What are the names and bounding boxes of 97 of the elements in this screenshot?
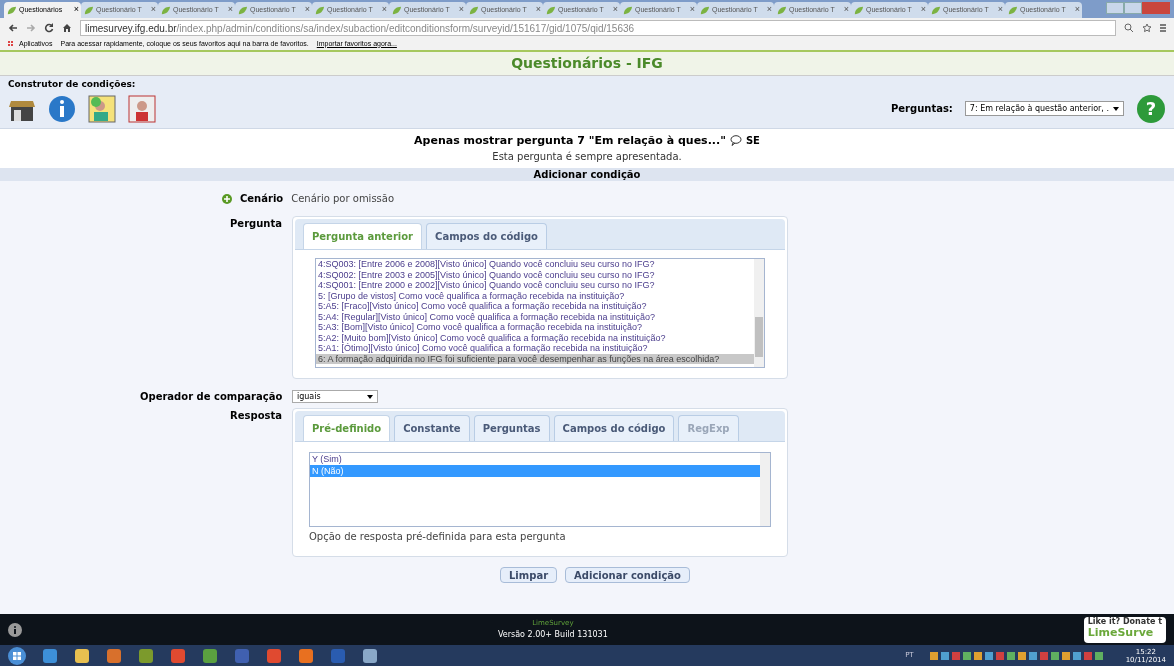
taskbar-app-icon[interactable] [42,647,58,664]
tab-close[interactable]: × [766,3,772,17]
tab-close[interactable]: × [843,3,849,17]
scrollbar[interactable] [760,453,770,526]
scrollbar[interactable] [754,259,764,367]
info-icon[interactable] [48,94,76,123]
add-icon[interactable] [222,193,232,204]
start-icon[interactable] [8,646,26,665]
star-icon[interactable] [1142,23,1152,33]
answer-label: Resposta [229,409,282,423]
tab-close[interactable]: × [535,3,541,17]
leaf-icon [776,4,787,16]
tab-close[interactable]: × [150,3,156,17]
back-icon[interactable] [8,23,18,33]
list-option[interactable]: Y (Sim) [310,453,760,465]
tab-close[interactable]: × [689,3,695,17]
leaf-icon [237,4,248,16]
tab-close[interactable]: × [381,3,387,17]
tab[interactable]: Pré-definido [303,415,391,441]
taskbar-app-icon[interactable] [106,647,122,664]
taskbar-app-icon[interactable] [74,647,90,664]
leaf-icon [930,4,941,16]
forward-icon[interactable] [26,23,36,33]
list-option[interactable]: 5:A5: [Fraco][Visto único] Como você qualifica a formação recebida na instituição? [316,301,754,312]
leaf-icon [699,4,710,16]
answer-help: Opção de resposta pré-definida para esta pergunta [309,530,567,544]
list-option[interactable]: 5:A3: [Bom][Visto único] Como você qualifica a formação recebida na instituição? [316,322,754,333]
home-icon[interactable] [62,23,72,33]
tab[interactable]: Pergunta anterior [303,223,423,249]
tab-close[interactable]: × [73,3,79,17]
leaf-icon [545,4,556,16]
scenario-value: Cenário por omissão [291,192,395,206]
list-option[interactable]: 5: [Grupo de vistos] Como você qualifica a formação recebida na instituição? [316,290,754,301]
list-option[interactable]: 5:A4: [Regular][Visto único] Como você qualifica a formação recebida na instituição? [316,311,754,322]
tab-close[interactable]: × [458,3,464,17]
taskbar-app-icon[interactable] [202,647,218,664]
leaf-icon [391,4,402,16]
action-button[interactable]: Adicionar condição [565,567,690,583]
tab[interactable]: Campos do código [553,415,675,441]
list-box[interactable] [315,258,765,368]
info-icon[interactable] [8,622,22,637]
tab[interactable]: Constante [394,415,470,441]
taskbar-app-icon[interactable] [138,647,154,664]
leaf-icon [853,4,864,16]
reload-icon[interactable] [44,23,54,33]
tab[interactable]: Perguntas [473,415,550,441]
person-card-icon[interactable] [128,94,156,123]
list-option[interactable]: 4:SQ003: [Entre 2006 e 2008][Visto único] Quando você concluiu seu curso no IFG? [316,259,754,270]
menu-icon[interactable] [1160,23,1166,33]
caret-icon [367,394,373,399]
leaf-icon [468,4,479,16]
speech-bubble-icon [729,135,742,147]
toolbar-label: Construtor de condições: [8,78,137,91]
leaf-icon [314,4,325,16]
list-option[interactable]: 6: A formação adquirida no IFG foi suficiente para você desempenhar as funções na área escolhida? [316,353,754,364]
leaf-icon [6,4,17,16]
list-option[interactable]: 5:A1: [Ótimo][Visto único] Como você qualifica a formação recebida na instituição? [316,343,754,354]
zoom-icon[interactable] [1124,23,1134,33]
taskbar-app-icon[interactable] [298,647,314,664]
caret-icon [1113,106,1119,111]
add-person-icon[interactable] [88,94,116,123]
condition-note: Esta pergunta é sempre apresentada. [492,150,682,164]
list-option[interactable]: 5:A2: [Muito bom][Visto único] Como você qualifica a formação recebida na instituição? [316,332,754,343]
donate-badge[interactable]: Like it? Donate t LimeSurve [1083,616,1166,643]
section-title: Adicionar condição [0,168,1174,181]
list-option[interactable]: 4:SQ002: [Entre 2003 e 2005][Visto único] Quando você concluiu seu curso no IFG? [316,269,754,280]
tab-close[interactable]: × [1074,3,1080,17]
tab-close[interactable]: × [997,3,1003,17]
questions-dropdown[interactable]: 7: Em relação à questão anterior, . [964,101,1124,116]
help-icon[interactable]: ? [1136,93,1166,124]
questions-label: Perguntas: [890,102,953,116]
page-title: Questionários - IFG [0,52,1174,76]
apps-icon [8,40,15,48]
action-button[interactable]: Limpar [500,567,558,583]
address-bar[interactable]: limesurvey.ifg.edu.br/index.php/admin/conditions/sa/index/subaction/editconditionsform/surveyid/151617/gid/1075/qid/15636 [80,20,1116,36]
window-controls-drawing[interactable] [1106,2,1170,14]
tab-close[interactable]: × [612,3,618,17]
condition-heading: Apenas mostrar pergunta 7 "Em relação à ques..." [414,132,726,149]
question-label: Pergunta [229,217,282,231]
leaf-icon [622,4,633,16]
scenario-label: Cenário [240,192,284,206]
taskbar-app-icon[interactable] [266,647,282,664]
tab[interactable]: Campos do código [426,223,547,249]
operator-label: Operador de comparação [140,390,282,404]
list-option[interactable]: 4:SQ001: [Entre 2000 e 2002][Visto único] Quando você concluiu seu curso no IFG? [316,280,754,291]
leaf-icon [1007,4,1018,16]
leaf-icon [83,4,94,16]
operator-dropdown[interactable]: iguais [292,390,378,403]
tab-close[interactable]: × [304,3,310,17]
leaf-icon [160,4,171,16]
tab-close[interactable]: × [227,3,233,17]
footer-version: Versão 2.00+ Build 131031 [497,628,608,641]
condition-tag: SE [745,133,760,149]
taskbar-app-icon[interactable] [362,647,378,664]
tab-close[interactable]: × [920,3,926,17]
taskbar-app-icon[interactable] [170,647,186,664]
list-box[interactable]: Y (Sim) N (Não) [309,452,771,527]
